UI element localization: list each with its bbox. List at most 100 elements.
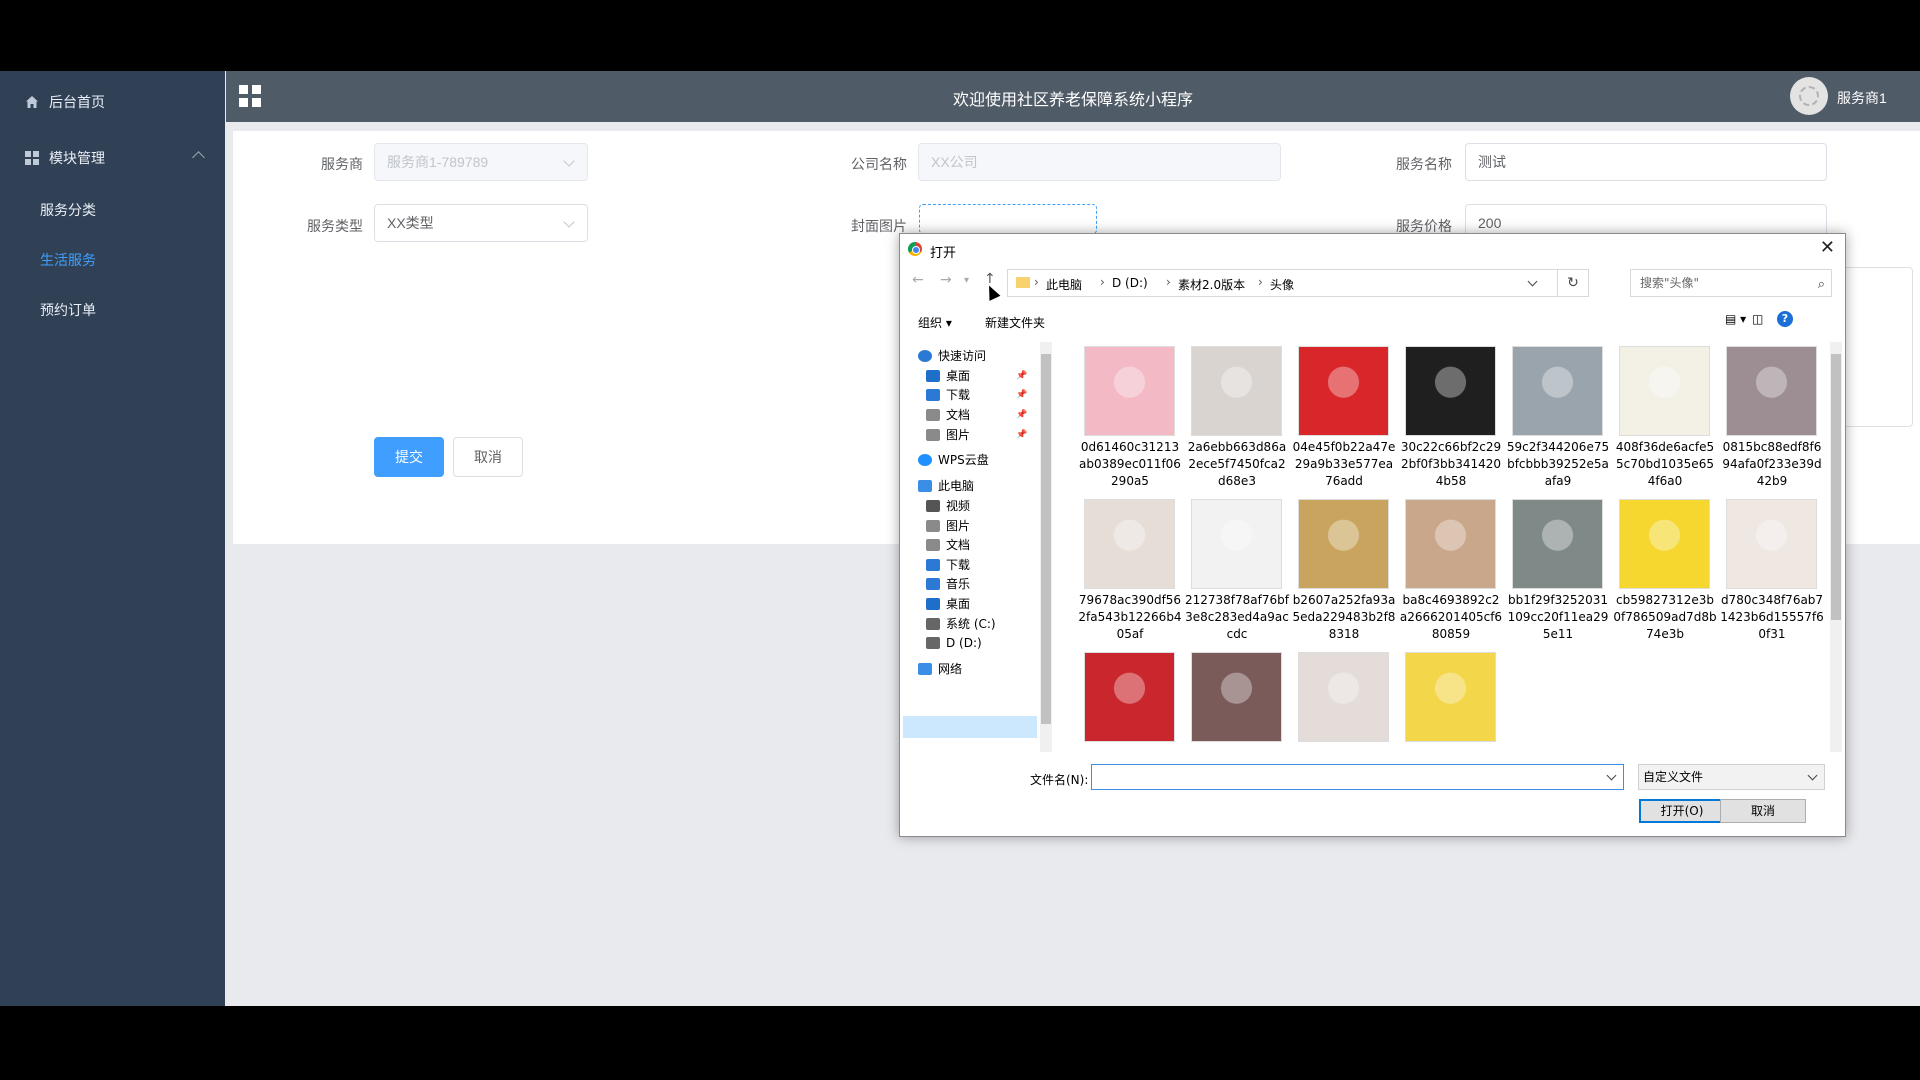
file-item[interactable]: 212738f78af76bf3e8c283ed4a9accdc bbox=[1185, 495, 1289, 645]
nav-scrollbar-thumb[interactable] bbox=[1041, 354, 1051, 724]
forward-arrow-icon[interactable]: → bbox=[940, 272, 952, 288]
file-item[interactable]: d780c348f76ab71423b6d15557f60f31 bbox=[1720, 495, 1824, 645]
nav-item-label: 视频 bbox=[946, 499, 971, 513]
image-thumbnail bbox=[1726, 346, 1817, 436]
preview-pane-icon[interactable]: ◫ bbox=[1752, 312, 1763, 326]
cancel-button[interactable]: 取消 bbox=[453, 437, 523, 477]
breadcrumb-item[interactable]: D (D:) bbox=[1112, 276, 1148, 290]
nav-item[interactable]: 文档 📌 bbox=[926, 405, 1027, 425]
file-item[interactable] bbox=[1078, 648, 1178, 752]
close-icon[interactable]: ✕ bbox=[1820, 237, 1835, 258]
file-item[interactable] bbox=[1292, 648, 1392, 752]
dialog-cancel-button[interactable]: 取消 bbox=[1720, 799, 1806, 823]
search-input[interactable]: 搜索"头像" ⌕ bbox=[1630, 269, 1832, 297]
filetype-select[interactable]: 自定义文件 bbox=[1638, 764, 1825, 790]
chevron-up-icon bbox=[192, 151, 205, 164]
file-name: 79678ac390df562fa543b12266b405af bbox=[1078, 593, 1182, 641]
file-item[interactable]: cb59827312e3b0f786509ad7d8b74e3b bbox=[1613, 495, 1717, 645]
file-item[interactable]: 0815bc88edf8f694afa0f233e39d42b9 bbox=[1720, 342, 1822, 492]
file-item[interactable]: 30c22c66bf2c292bf0f3bb3414204b58 bbox=[1399, 342, 1501, 492]
nav-item[interactable]: 此电脑 bbox=[918, 476, 974, 496]
service-name-value: 测试 bbox=[1478, 154, 1506, 170]
files-scrollbar-thumb[interactable] bbox=[1831, 354, 1841, 620]
breadcrumb-item[interactable]: 素材2.0版本 bbox=[1178, 276, 1245, 293]
nav-item[interactable]: 桌面 📌 bbox=[926, 366, 1027, 386]
nav-item[interactable]: 桌面 bbox=[926, 594, 970, 614]
filename-label: 文件名(N): bbox=[1030, 773, 1089, 787]
recent-dropdown-icon[interactable]: ▾ bbox=[964, 275, 969, 286]
file-item[interactable] bbox=[1185, 648, 1285, 752]
cover-upload[interactable] bbox=[919, 204, 1097, 234]
help-icon[interactable]: ? bbox=[1777, 311, 1793, 327]
file-item[interactable] bbox=[1399, 648, 1499, 752]
file-item[interactable]: ba8c4693892c2a2666201405cf680859 bbox=[1399, 495, 1502, 645]
nav-item-label: 快速访问 bbox=[938, 349, 987, 363]
sidebar-item-label: 服务分类 bbox=[40, 202, 96, 218]
star-icon bbox=[918, 350, 932, 362]
sidebar-item-life-service[interactable]: 生活服务 bbox=[0, 235, 225, 285]
sidebar-item-label: 预约订单 bbox=[40, 302, 96, 318]
chevron-down-icon[interactable] bbox=[1527, 276, 1538, 287]
cover-label: 封面图片 bbox=[851, 218, 907, 234]
nav-item[interactable]: D (D:) bbox=[926, 633, 982, 653]
sidebar-item-home[interactable]: 后台首页 bbox=[0, 77, 225, 127]
address-bar[interactable]: › 此电脑 › D (D:) › 素材2.0版本 › 头像 ↻ bbox=[1007, 269, 1589, 297]
image-thumbnail bbox=[1619, 346, 1710, 436]
view-options-icon[interactable]: ▤ ▾ bbox=[1725, 312, 1746, 326]
image-thumbnail bbox=[1405, 652, 1496, 742]
image-thumbnail bbox=[1298, 652, 1389, 742]
filename-input[interactable] bbox=[1091, 764, 1624, 790]
sidebar-item-orders[interactable]: 预约订单 bbox=[0, 285, 225, 335]
breadcrumb-item[interactable]: 头像 bbox=[1270, 276, 1294, 293]
file-item[interactable]: 79678ac390df562fa543b12266b405af bbox=[1078, 495, 1182, 645]
file-item[interactable]: 408f36de6acfe55c70bd1035e654f6a0 bbox=[1613, 342, 1714, 492]
nav-item[interactable]: 下载 bbox=[926, 555, 970, 575]
image-thumbnail bbox=[1191, 499, 1282, 589]
file-item[interactable]: b2607a252fa93a5eda229483b2f88318 bbox=[1292, 495, 1395, 645]
chevron-down-icon bbox=[563, 216, 575, 228]
nav-item[interactable]: 图片 bbox=[926, 516, 970, 536]
file-item[interactable]: 59c2f344206e75bfcbbb39252e5aafa9 bbox=[1506, 342, 1609, 492]
avatar[interactable] bbox=[1790, 77, 1828, 115]
nav-item[interactable]: 音乐 bbox=[926, 574, 970, 594]
file-item[interactable]: 2a6ebb663d86a2ece5f7450fca2d68e3 bbox=[1185, 342, 1286, 492]
nav-item[interactable]: 系统 (C:) bbox=[926, 614, 996, 634]
open-button[interactable]: 打开(O) bbox=[1639, 799, 1725, 823]
top-header: 欢迎使用社区养老保障系统小程序 服务商1 bbox=[226, 71, 1920, 122]
music-icon bbox=[926, 578, 940, 590]
provider-label: 服务商 bbox=[321, 156, 363, 172]
nav-item[interactable]: 视频 bbox=[926, 496, 970, 516]
image-thumbnail bbox=[1084, 499, 1175, 589]
sidebar-item-label: 后台首页 bbox=[49, 94, 105, 110]
user-name[interactable]: 服务商1 bbox=[1837, 88, 1887, 108]
new-folder-button[interactable]: 新建文件夹 bbox=[985, 314, 1045, 331]
sidebar-item-module[interactable]: 模块管理 bbox=[0, 133, 225, 183]
file-item[interactable]: bb1f29f3252031109cc20f11ea295e11 bbox=[1506, 495, 1608, 645]
nav-item[interactable]: 网络 bbox=[918, 659, 962, 679]
service-name-input[interactable]: 测试 bbox=[1465, 143, 1827, 181]
back-arrow-icon[interactable]: ← bbox=[912, 272, 924, 288]
image-thumbnail bbox=[1298, 346, 1389, 436]
file-name: 212738f78af76bf3e8c283ed4a9accdc bbox=[1185, 593, 1289, 641]
organize-menu[interactable]: 组织 ▾ bbox=[918, 314, 952, 331]
nav-item[interactable]: 下载 📌 bbox=[926, 385, 1027, 405]
nav-item[interactable]: 文档 bbox=[926, 535, 970, 555]
refresh-icon[interactable]: ↻ bbox=[1557, 270, 1588, 296]
service-type-select[interactable]: XX类型 bbox=[374, 204, 588, 242]
nav-item[interactable]: WPS云盘 bbox=[918, 450, 989, 470]
submit-button[interactable]: 提交 bbox=[374, 437, 444, 477]
file-item[interactable]: 0d61460c31213ab0389ec011f06290a5 bbox=[1078, 342, 1181, 492]
nav-item[interactable]: 快速访问 bbox=[918, 346, 986, 366]
chevron-down-icon[interactable] bbox=[1606, 770, 1617, 781]
nav-scrollbar[interactable] bbox=[1040, 342, 1052, 752]
image-thumbnail bbox=[1619, 499, 1710, 589]
nav-item-label: WPS云盘 bbox=[938, 453, 989, 467]
breadcrumb-item[interactable]: 此电脑 bbox=[1046, 276, 1082, 293]
files-scrollbar[interactable] bbox=[1830, 342, 1842, 752]
nav-item[interactable]: 图片 📌 bbox=[926, 425, 1027, 445]
nav-item-label: 桌面 bbox=[946, 597, 971, 611]
file-item[interactable]: 04e45f0b22a47e29a9b33e577ea76add bbox=[1292, 342, 1395, 492]
sidebar-item-service-category[interactable]: 服务分类 bbox=[0, 185, 225, 235]
nav-item-label: 文档 bbox=[946, 408, 971, 422]
drive-icon bbox=[926, 637, 940, 649]
